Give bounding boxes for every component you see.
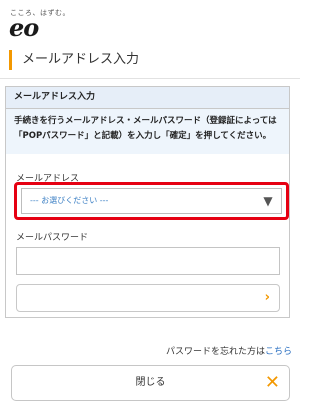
forgot-password-row: パスワードを忘れた方はこちら [166,344,292,357]
email-address-select[interactable]: --- お選びください --- ▼ [21,188,282,214]
email-password-label: メールパスワード [16,233,89,243]
instruction-text: 手続きを行うメールアドレス・メールパスワード（登録証によっては「POPパスワード… [6,109,289,154]
close-button[interactable]: 閉じる ✕ [11,365,290,401]
panel-header: メールアドレス入力 [6,87,289,109]
confirm-button[interactable]: › [16,284,280,312]
site-header: こころ、はずむ。 eo [0,0,300,44]
close-button-label: 閉じる [135,377,166,388]
email-input-panel: メールアドレス入力 手続きを行うメールアドレス・メールパスワード（登録証によって… [5,86,290,318]
forgot-password-link[interactable]: こちら [265,347,292,357]
email-password-input[interactable] [16,247,280,275]
forgot-password-text: パスワードを忘れた方は [165,347,265,357]
dropdown-arrow-icon[interactable]: ▼ [255,189,281,213]
chevron-right-icon: › [264,290,270,305]
page-title-container: メールアドレス入力 [9,50,139,70]
title-divider [0,78,300,79]
select-highlight-frame: --- お選びください --- ▼ [14,182,289,220]
eo-logo[interactable]: eo [9,13,39,42]
close-icon: ✕ [264,372,280,393]
page-title: メールアドレス入力 [22,52,140,67]
select-placeholder: --- お選びください --- [30,196,109,205]
